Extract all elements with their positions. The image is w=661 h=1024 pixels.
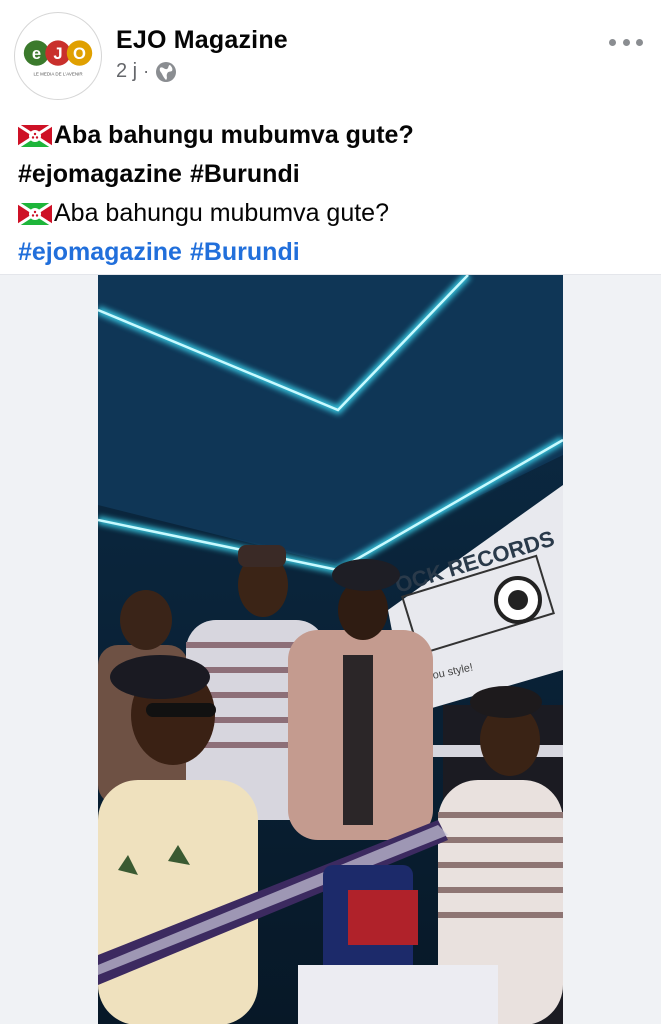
caption-line-1: Aba bahungu mubumva gute? — [18, 116, 648, 155]
page-name[interactable]: EJO Magazine — [116, 26, 288, 55]
video-player[interactable]: OCK RECORDS you style! — [98, 275, 563, 1024]
logo-tagline: LE MEDIA DE L'AVENIR — [33, 72, 83, 77]
post-media: OCK RECORDS you style! — [0, 274, 661, 1024]
post-header: e J O LE MEDIA DE L'AVENIR EJO Magazine … — [0, 0, 661, 110]
video-frame: OCK RECORDS you style! — [98, 275, 563, 1024]
caption-hashtags-bold: #ejomagazine #Burundi — [18, 155, 648, 194]
burundi-flag-icon — [18, 202, 52, 225]
hashtag-burundi[interactable]: #Burundi — [190, 233, 300, 272]
logo-letter-o: O — [73, 44, 86, 63]
logo-letter-e: e — [32, 44, 41, 63]
ejo-logo: e J O LE MEDIA DE L'AVENIR — [23, 40, 93, 77]
caption-title: Aba bahungu mubumva gute? — [54, 199, 389, 227]
hashtag-ejomagazine[interactable]: #ejomagazine — [18, 233, 182, 272]
post-time[interactable]: 2 j — [116, 60, 137, 83]
hashtag-ejomagazine-bold[interactable]: #ejomagazine — [18, 155, 182, 194]
more-dots-icon — [609, 38, 616, 46]
meta-separator: · — [143, 61, 150, 81]
caption-line-2: Aba bahungu mubumva gute? — [18, 194, 648, 233]
logo-letter-j: J — [53, 44, 62, 63]
page-avatar[interactable]: e J O LE MEDIA DE L'AVENIR — [14, 12, 102, 100]
hashtag-burundi-bold[interactable]: #Burundi — [190, 155, 300, 194]
caption-hashtags: #ejomagazine #Burundi — [18, 233, 648, 272]
post-caption: Aba bahungu mubumva gute? #ejomagazine #… — [18, 116, 648, 272]
globe-icon[interactable] — [155, 61, 177, 83]
burundi-flag-icon — [18, 124, 52, 147]
more-options-button[interactable] — [609, 30, 643, 54]
post-meta: 2 j · — [116, 60, 177, 83]
caption-title-bold: Aba bahungu mubumva gute? — [54, 121, 414, 149]
